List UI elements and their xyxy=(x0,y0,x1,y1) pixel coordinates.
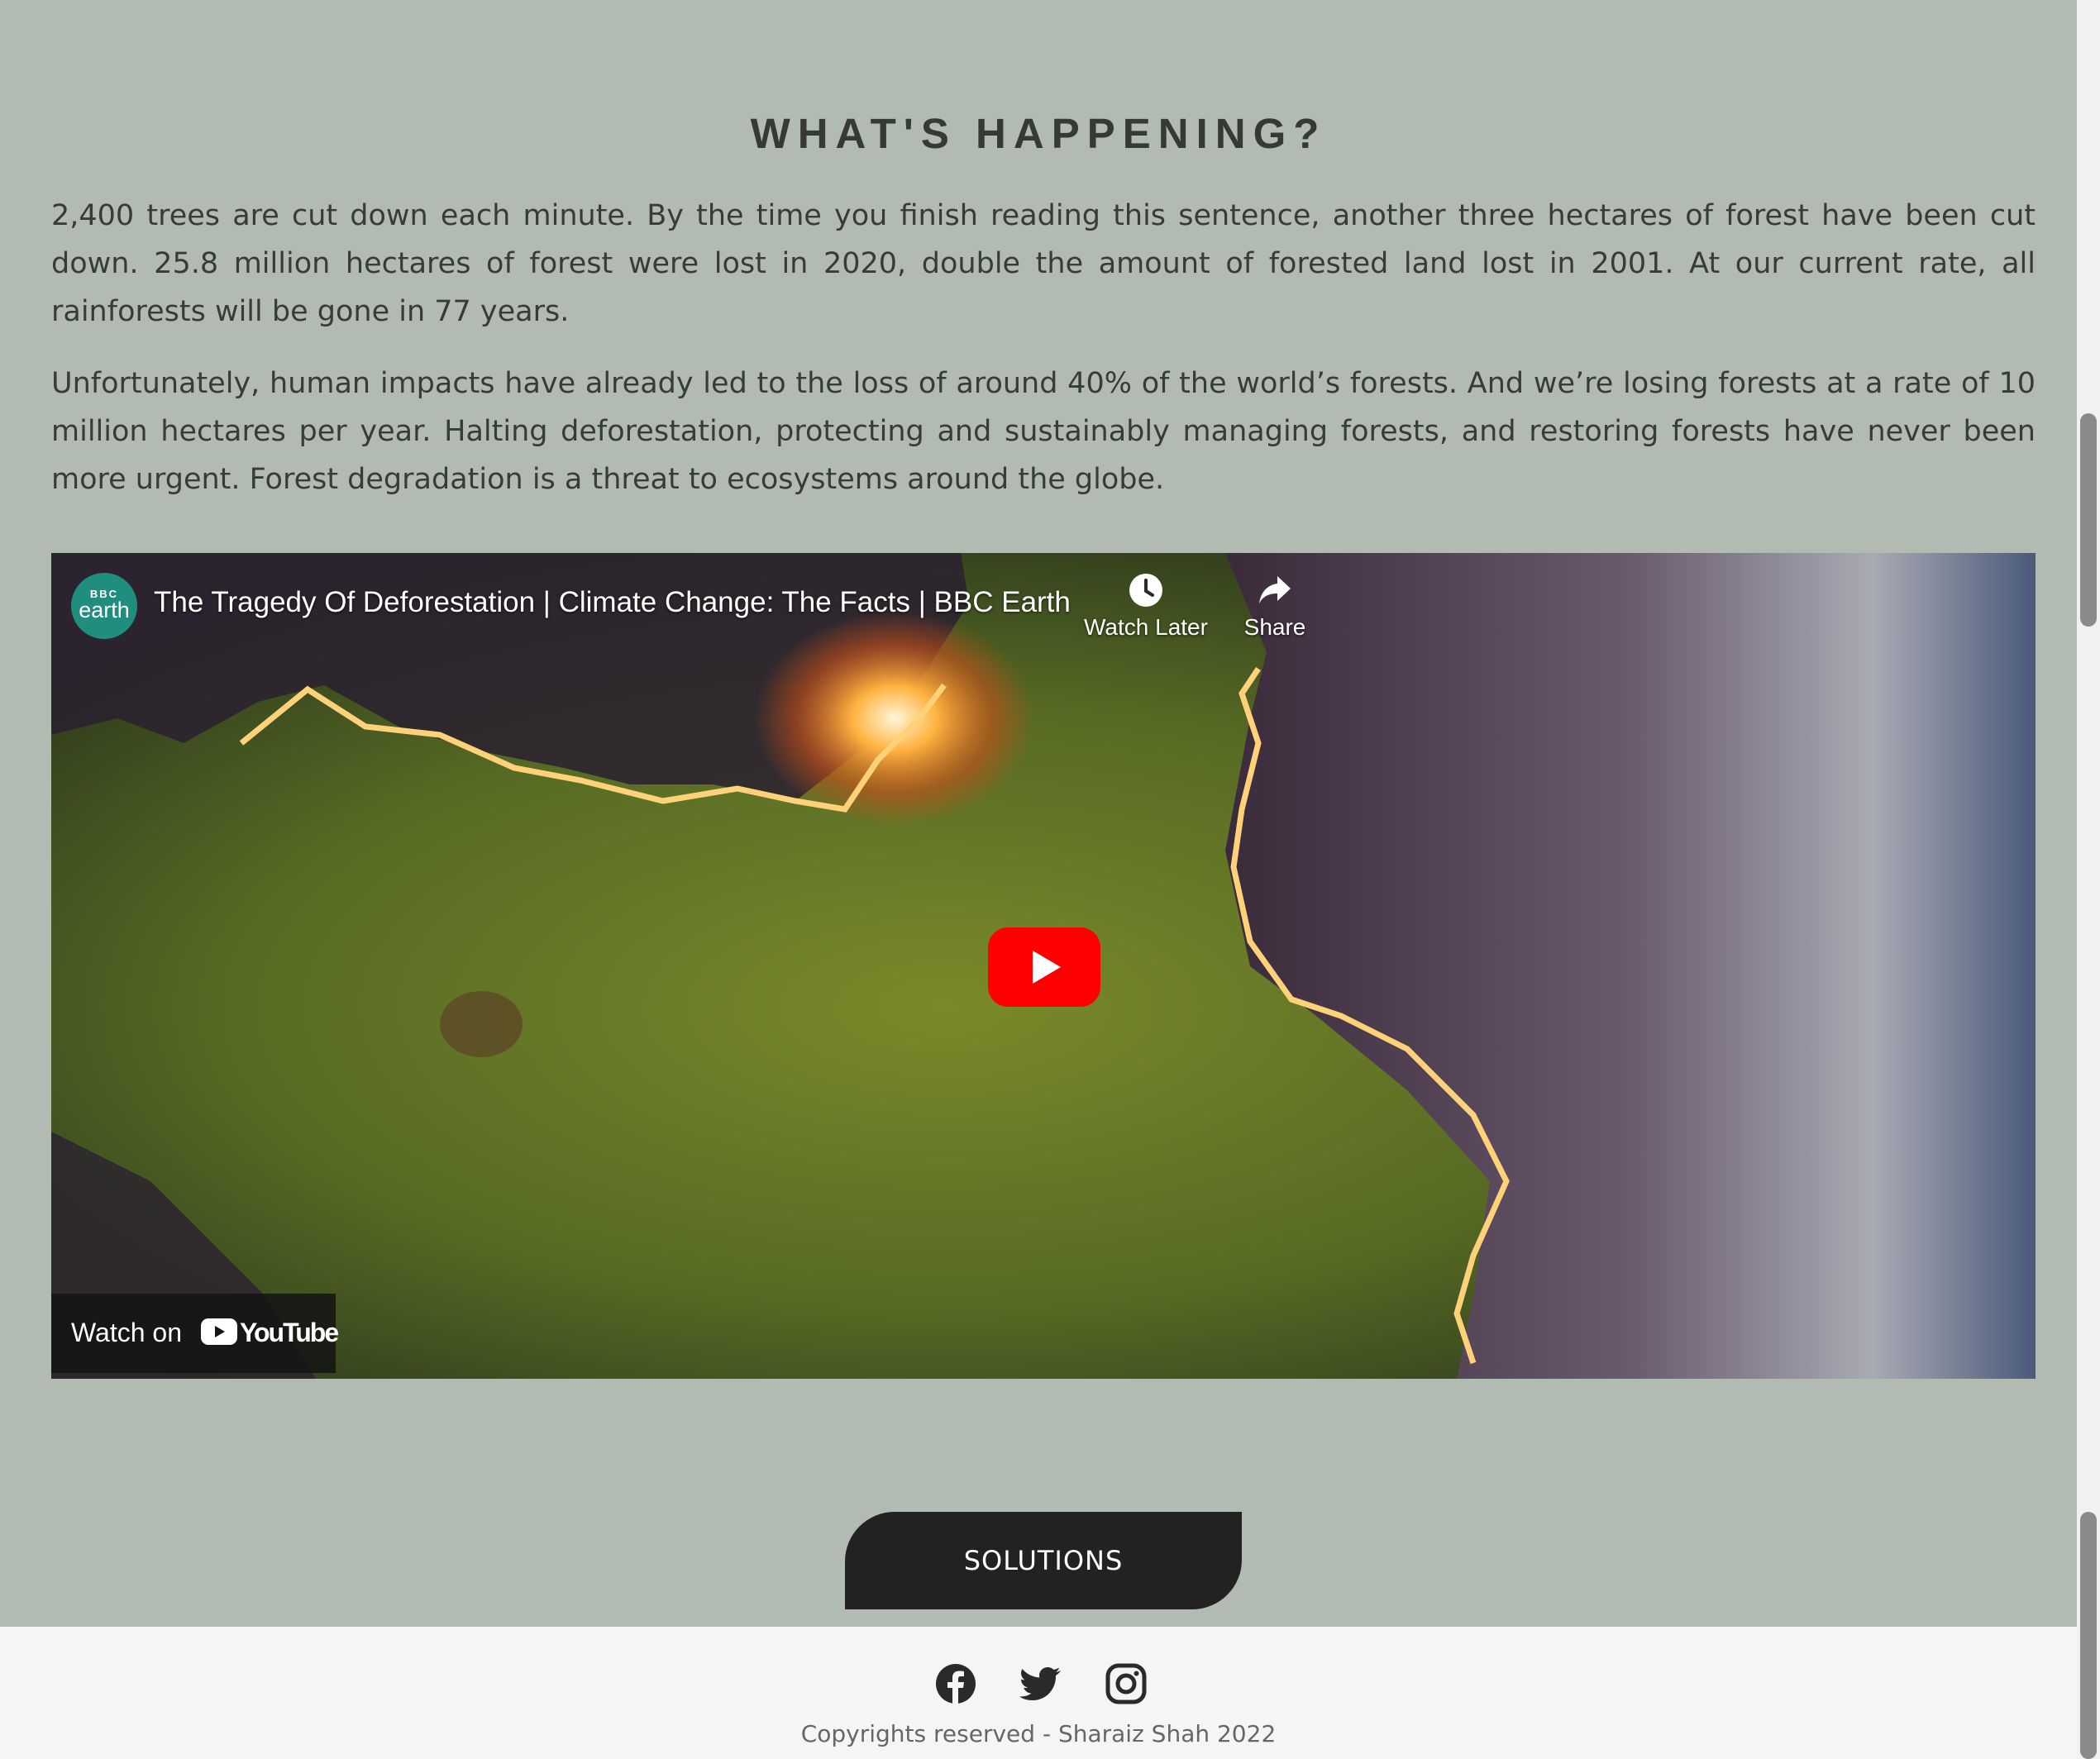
footer: Copyrights reserved - Sharaiz Shah 2022 xyxy=(0,1627,2077,1759)
solutions-button[interactable]: SOLUTIONS xyxy=(845,1512,1242,1609)
watch-on-youtube-link[interactable]: Watch on YouTube xyxy=(51,1294,339,1373)
watch-later-button[interactable]: Watch Later xyxy=(1084,573,1208,641)
main-section: WHAT'S HAPPENING? 2,400 trees are cut do… xyxy=(0,0,2077,1627)
channel-logo-line2: earth xyxy=(79,598,130,622)
video-title-link[interactable]: The Tragedy Of Deforestation | Climate C… xyxy=(154,586,1071,619)
watch-on-label: Watch on xyxy=(71,1318,182,1347)
play-button[interactable] xyxy=(988,927,1100,1007)
scrollbar-thumb-lower[interactable] xyxy=(2080,1512,2097,1759)
paragraph-deforestation-rate: 2,400 trees are cut down each minute. By… xyxy=(51,199,2036,328)
scrollbar-thumb[interactable] xyxy=(2080,413,2097,627)
scrollbar-track[interactable] xyxy=(2077,0,2100,1759)
twitter-icon[interactable] xyxy=(1019,1662,1062,1705)
bbc-earth-channel-logo[interactable]: BBC earth xyxy=(71,573,137,639)
paragraph-human-impact: Unfortunately, human impacts have alread… xyxy=(51,367,2036,496)
section-heading: WHAT'S HAPPENING? xyxy=(750,110,1327,157)
page: WHAT'S HAPPENING? 2,400 trees are cut do… xyxy=(0,0,2100,1759)
share-arrow-icon xyxy=(1259,576,1291,603)
share-button[interactable]: Share xyxy=(1225,573,1324,641)
watch-later-label: Watch Later xyxy=(1084,614,1208,640)
share-label: Share xyxy=(1243,614,1306,640)
youtube-logo-icon xyxy=(201,1318,237,1345)
youtube-wordmark: YouTube xyxy=(240,1318,339,1347)
facebook-icon[interactable] xyxy=(934,1662,977,1705)
copyright-text: Copyrights reserved - Sharaiz Shah 2022 xyxy=(800,1720,1277,1747)
clock-icon xyxy=(1129,574,1162,607)
youtube-video-embed[interactable]: BBC earth The Tragedy Of Deforestation |… xyxy=(51,553,2036,1379)
instagram-icon[interactable] xyxy=(1105,1662,1148,1705)
